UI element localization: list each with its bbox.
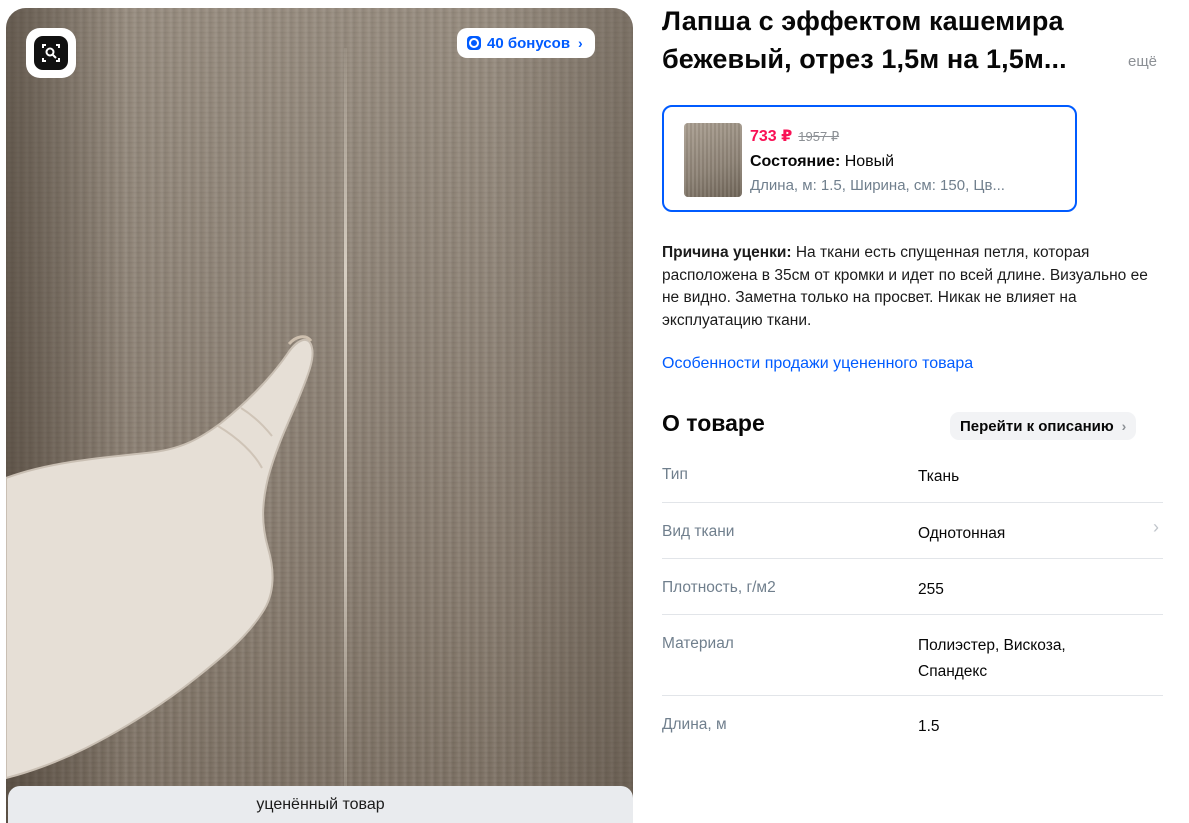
go-to-description-label: Перейти к описанию <box>960 417 1114 435</box>
condition-label: Состояние: <box>750 153 841 170</box>
spec-row: Материал Полиэстер, Вискоза, Спандекс <box>662 615 1163 696</box>
discount-terms-link[interactable]: Особенности продажи уцененного товара <box>662 355 973 373</box>
fabric-fold-shadow <box>6 8 126 823</box>
spec-value: Полиэстер, Вискоза, Спандекс <box>918 637 1066 680</box>
product-title-line-2: бежевый, отрез 1,5м на 1,5м... <box>662 44 1067 74</box>
discount-tag: уценённый товар <box>8 786 633 823</box>
price-old: 1957 ₽ <box>798 129 840 144</box>
spec-row: Длина, м 1.5 <box>662 696 1163 752</box>
spec-value: 1.5 <box>918 718 940 735</box>
spec-value[interactable]: Однотонная <box>918 521 1138 558</box>
chevron-right-icon: › <box>1121 418 1127 434</box>
offer-thumbnail <box>684 123 742 197</box>
go-to-description-button[interactable]: Перейти к описанию › <box>950 412 1137 440</box>
chevron-right-icon[interactable]: › <box>1153 517 1159 538</box>
about-section-title: О товаре <box>662 410 765 436</box>
photo-search-icon <box>34 36 68 70</box>
spec-row[interactable]: Вид ткани Однотонная › <box>662 503 1163 559</box>
fabric-edge-shadow <box>493 8 633 823</box>
price-current: 733 ₽ <box>750 128 793 145</box>
fabric-dropped-stitch <box>344 48 347 788</box>
offer-properties: Длина, м: 1.5, Ширина, см: 150, Цв... <box>750 177 1005 194</box>
chevron-right-icon: › <box>578 35 583 51</box>
spec-value: Ткань <box>918 468 960 485</box>
product-title-line-1: Лапша с эффектом кашемира <box>662 6 1064 36</box>
spec-value: 255 <box>918 581 944 598</box>
spec-row: Плотность, г/м2 255 <box>662 559 1163 615</box>
spec-name: Длина, м <box>662 716 727 733</box>
offer-condition: Состояние: Новый <box>750 153 894 171</box>
spec-name: Плотность, г/м2 <box>662 579 776 596</box>
condition-value: Новый <box>844 153 895 170</box>
spec-name: Вид ткани <box>662 523 735 540</box>
discount-reason-label: Причина уценки: <box>662 244 792 261</box>
spec-name: Материал <box>662 635 734 652</box>
discount-reason: Причина уценки: На ткани есть спущенная … <box>662 242 1167 333</box>
specs-table: Тип Ткань Вид ткани Однотонная › Плотнос… <box>662 446 1163 752</box>
product-title: Лапша с эффектом кашемира бежевый, отрез… <box>662 2 1122 78</box>
product-image-gallery[interactable]: 40 бонусов › <box>6 8 633 823</box>
offer-price: 733 ₽ 1957 ₽ <box>750 126 839 146</box>
bonus-icon <box>467 36 481 50</box>
spec-row: Тип Ткань <box>662 446 1163 503</box>
spec-name: Тип <box>662 466 688 483</box>
bonus-badge[interactable]: 40 бонусов › <box>457 28 595 58</box>
bonus-label: 40 бонусов <box>487 34 571 52</box>
photo-search-button[interactable] <box>26 28 76 78</box>
selected-offer-card[interactable]: 733 ₽ 1957 ₽ Состояние: Новый Длина, м: … <box>662 105 1077 212</box>
title-more-link[interactable]: ещё <box>1128 53 1157 70</box>
